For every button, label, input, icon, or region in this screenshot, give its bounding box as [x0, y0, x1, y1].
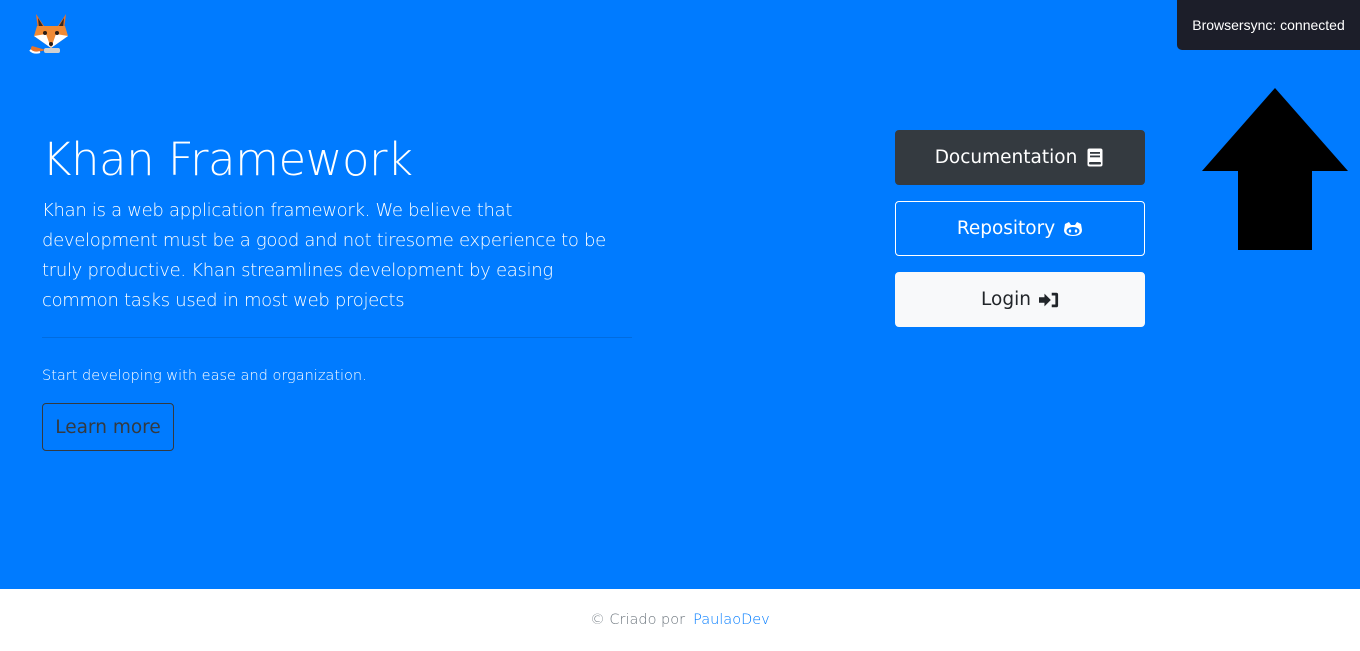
- footer-credit: © Criado por: [590, 612, 686, 628]
- browsersync-notification: Browsersync: connected: [1177, 0, 1360, 50]
- github-icon: [1063, 219, 1083, 239]
- documentation-button[interactable]: Documentation: [895, 130, 1145, 185]
- hero-section: Khan Framework Khan is a web application…: [0, 0, 1360, 589]
- hero-subtext: Start developing with ease and organizat…: [42, 368, 367, 384]
- hero-description: Khan is a web application framework. We …: [42, 200, 606, 311]
- footer: © Criado por PaulaoDev: [0, 589, 1360, 651]
- login-button[interactable]: Login: [895, 272, 1145, 327]
- page-title: Khan Framework: [42, 133, 413, 186]
- documentation-label: Documentation: [934, 147, 1078, 168]
- learn-more-button[interactable]: Learn more: [42, 403, 174, 451]
- author-link[interactable]: PaulaoDev: [693, 612, 770, 628]
- repository-label: Repository: [956, 218, 1056, 239]
- repository-button[interactable]: Repository: [895, 201, 1145, 256]
- up-arrow-icon: [1200, 88, 1350, 250]
- book-icon: [1085, 148, 1105, 168]
- fox-logo-icon[interactable]: [26, 10, 76, 54]
- learn-more-label: Learn more: [55, 416, 161, 438]
- login-label: Login: [981, 289, 1031, 310]
- divider: [42, 337, 632, 338]
- browsersync-text: Browsersync: connected: [1192, 17, 1345, 33]
- sign-in-icon: [1038, 290, 1059, 310]
